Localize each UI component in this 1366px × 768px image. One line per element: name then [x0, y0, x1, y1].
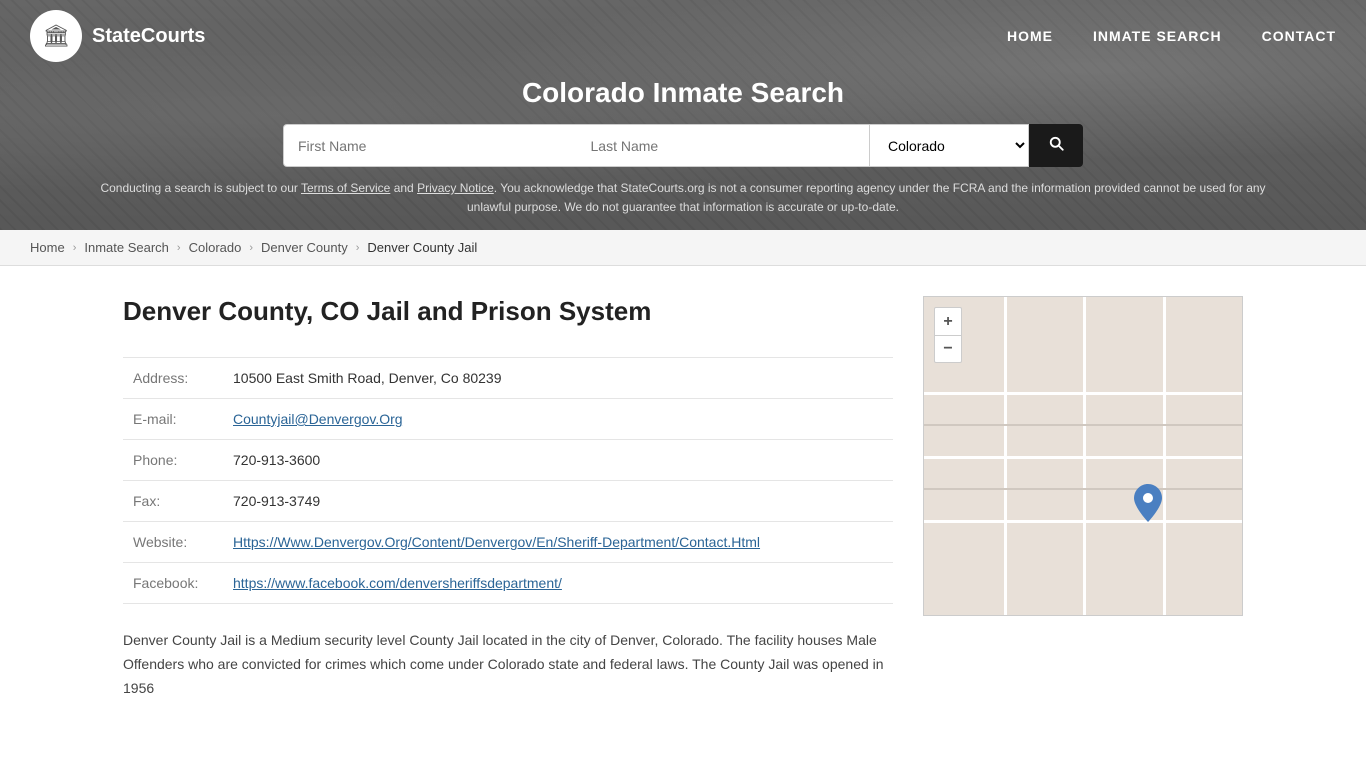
facebook-value: https://www.facebook.com/denversheriffsd…	[223, 563, 893, 604]
map-road	[1163, 297, 1166, 615]
page-title: Colorado Inmate Search	[0, 77, 1366, 109]
email-value: Countyjail@Denvergov.Org	[223, 399, 893, 440]
disclaimer-between: and	[390, 181, 417, 195]
disclaimer-after: . You acknowledge that StateCourts.org i…	[467, 181, 1266, 214]
facility-heading: Denver County, CO Jail and Prison System	[123, 296, 893, 327]
table-row-website: Website: Https://Www.Denvergov.Org/Conte…	[123, 522, 893, 563]
map-road	[1004, 297, 1007, 615]
website-link[interactable]: Https://Www.Denvergov.Org/Content/Denver…	[233, 534, 883, 550]
last-name-input[interactable]	[577, 124, 870, 167]
facility-description: Denver County Jail is a Medium security …	[123, 629, 893, 700]
map-container: + −	[923, 296, 1243, 616]
site-name: StateCourts	[92, 25, 205, 48]
fax-label: Fax:	[123, 481, 223, 522]
disclaimer-before: Conducting a search is subject to our	[100, 181, 301, 195]
table-row-phone: Phone: 720-913-3600	[123, 440, 893, 481]
nav-inmate-search[interactable]: INMATE SEARCH	[1093, 28, 1222, 44]
site-logo[interactable]: 🏛 StateCourts	[30, 10, 205, 62]
nav-home[interactable]: HOME	[1007, 28, 1053, 44]
map-road	[1083, 297, 1086, 615]
email-link[interactable]: Countyjail@Denvergov.Org	[233, 411, 403, 427]
search-icon	[1047, 134, 1065, 152]
breadcrumb-sep-2: ›	[177, 242, 181, 254]
breadcrumb-inmate-search[interactable]: Inmate Search	[84, 240, 169, 255]
breadcrumb-sep-1: ›	[73, 242, 77, 254]
table-row-address: Address: 10500 East Smith Road, Denver, …	[123, 358, 893, 399]
logo-icon: 🏛	[30, 10, 82, 62]
phone-label: Phone:	[123, 440, 223, 481]
map-zoom-in-button[interactable]: +	[934, 307, 962, 335]
facility-info-table: Address: 10500 East Smith Road, Denver, …	[123, 357, 893, 604]
website-label: Website:	[123, 522, 223, 563]
facebook-link[interactable]: https://www.facebook.com/denversheriffsd…	[233, 575, 562, 591]
location-pin-icon	[1134, 484, 1162, 522]
nav-bar: 🏛 StateCourts HOME INMATE SEARCH CONTACT	[0, 0, 1366, 72]
table-row-fax: Fax: 720-913-3749	[123, 481, 893, 522]
map-road	[924, 424, 1242, 426]
breadcrumb-denver-county[interactable]: Denver County	[261, 240, 348, 255]
address-label: Address:	[123, 358, 223, 399]
map-section: + −	[923, 296, 1243, 700]
breadcrumb-sep-3: ›	[249, 242, 253, 254]
breadcrumb-colorado[interactable]: Colorado	[189, 240, 242, 255]
address-value: 10500 East Smith Road, Denver, Co 80239	[223, 358, 893, 399]
main-content: Denver County, CO Jail and Prison System…	[83, 266, 1283, 730]
disclaimer-text: Conducting a search is subject to our Te…	[0, 179, 1366, 217]
breadcrumb-sep-4: ›	[356, 242, 360, 254]
breadcrumb-current: Denver County Jail	[367, 240, 477, 255]
nav-contact[interactable]: CONTACT	[1262, 28, 1336, 44]
email-label: E-mail:	[123, 399, 223, 440]
map-pin	[1134, 484, 1162, 525]
info-section: Denver County, CO Jail and Prison System…	[123, 296, 893, 700]
table-row-facebook: Facebook: https://www.facebook.com/denve…	[123, 563, 893, 604]
map-controls: + −	[934, 307, 962, 363]
table-row-email: E-mail: Countyjail@Denvergov.Org	[123, 399, 893, 440]
facebook-label: Facebook:	[123, 563, 223, 604]
search-form: Select State Alabama Alaska Colorado Cal…	[283, 124, 1083, 167]
breadcrumb: Home › Inmate Search › Colorado › Denver…	[0, 230, 1366, 266]
map-zoom-out-button[interactable]: −	[934, 335, 962, 363]
breadcrumb-home[interactable]: Home	[30, 240, 65, 255]
map-road	[924, 488, 1242, 490]
fax-value: 720-913-3749	[223, 481, 893, 522]
phone-value: 720-913-3600	[223, 440, 893, 481]
search-button[interactable]	[1029, 124, 1083, 167]
terms-of-service-link[interactable]: Terms of Service	[301, 181, 390, 195]
privacy-notice-link[interactable]: Privacy Notice	[417, 181, 494, 195]
site-header: 🏛 StateCourts HOME INMATE SEARCH CONTACT…	[0, 0, 1366, 230]
state-select[interactable]: Select State Alabama Alaska Colorado Cal…	[869, 124, 1029, 167]
website-value: Https://Www.Denvergov.Org/Content/Denver…	[223, 522, 893, 563]
nav-links: HOME INMATE SEARCH CONTACT	[1007, 28, 1336, 44]
first-name-input[interactable]	[283, 124, 577, 167]
